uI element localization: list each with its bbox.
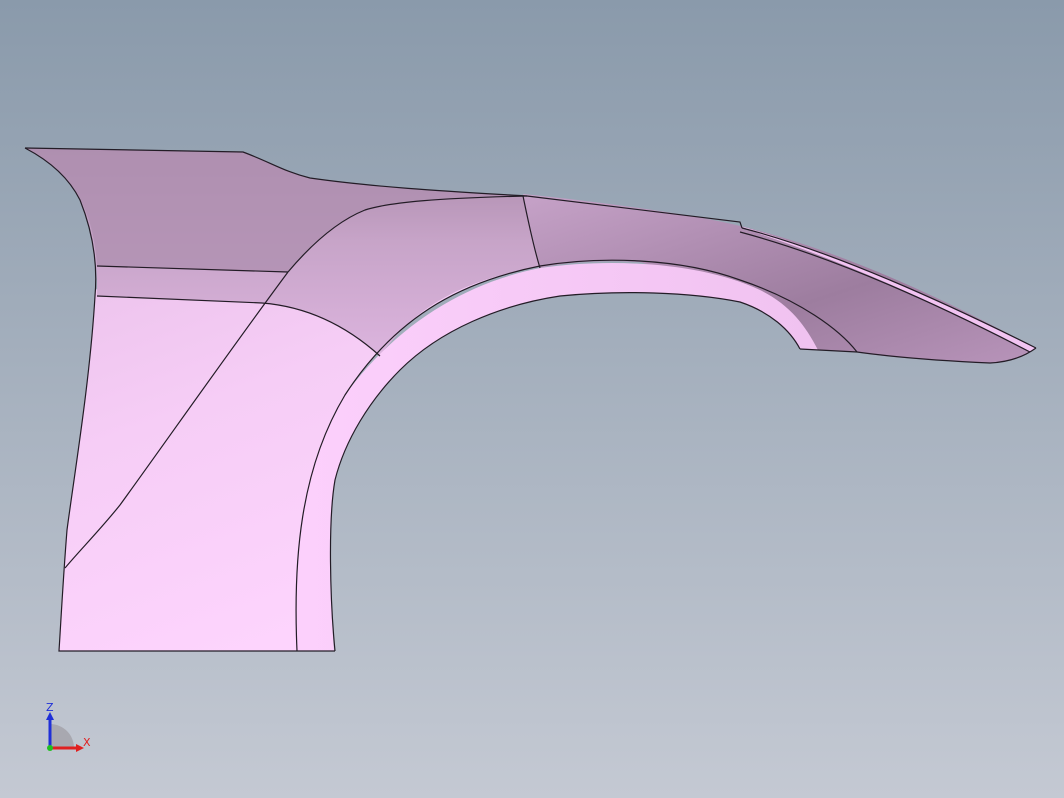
triad-x-label: X xyxy=(83,736,91,749)
triad-origin xyxy=(47,745,53,751)
viewport-canvas[interactable]: Z X xyxy=(0,0,1064,798)
3d-viewport[interactable]: Z X xyxy=(0,0,1064,798)
triad-z-label: Z xyxy=(46,701,54,714)
